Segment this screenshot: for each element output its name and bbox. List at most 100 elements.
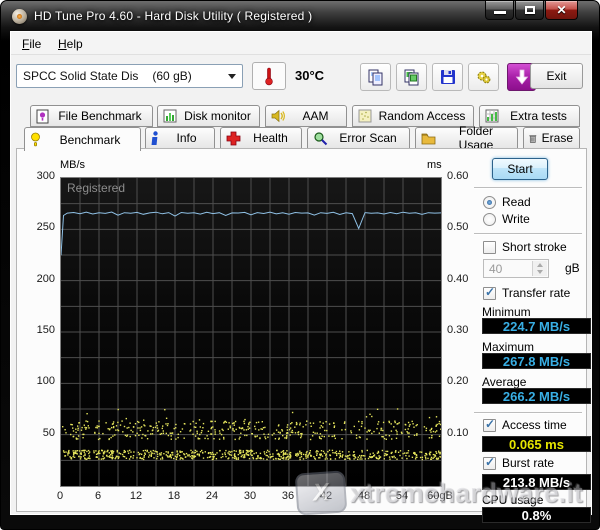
menu-file[interactable]: File [18,36,45,52]
tab-file-benchmark[interactable]: File Benchmark [30,105,153,127]
maximize-button[interactable] [515,1,544,20]
capacity-spinner[interactable]: 40 [483,259,549,278]
read-radio[interactable] [483,195,496,209]
axis-tick-label: 250 [36,221,55,234]
start-button[interactable]: Start [492,158,548,180]
thermometer-icon [265,67,273,86]
title-bar[interactable]: HD Tune Pro 4.60 - Hard Disk Utility ( R… [1,1,599,31]
app-window: HD Tune Pro 4.60 - Hard Disk Utility ( R… [0,0,600,530]
axis-tick-label: 18 [167,490,181,502]
close-button[interactable]: ✕ [545,1,578,20]
drive-select[interactable]: SPCC Solid State Dis (60 gB) [16,64,243,88]
burst-rate-value: 213.8 MB/s [482,474,591,490]
toolbar: SPCC Solid State Dis (60 gB) 30°C Exit [11,56,591,104]
capacity-unit: gB [565,261,580,275]
tab-disk-monitor[interactable]: Disk monitor [157,105,260,127]
exit-button[interactable]: Exit [530,63,583,89]
menu-bar: File Help [11,32,591,55]
tab-erase[interactable]: Erase [523,127,580,149]
window-title: HD Tune Pro 4.60 - Hard Disk Utility ( R… [34,9,313,23]
access-time-checkbox[interactable] [483,417,496,432]
minimize-icon [494,11,506,14]
axis-tick-label: 0.20 [447,375,469,388]
cpu-usage-value: 0.8% [482,507,591,523]
axis-tick-label: 0.50 [447,221,469,234]
minimum-value: 224.7 MB/s [482,318,591,334]
axis-tick-label: 0.10 [447,426,469,439]
write-radio[interactable] [483,212,496,226]
axis-tick-label: 6 [94,490,102,502]
tab-folder-usage[interactable]: Folder Usage [415,124,518,152]
burst-rate-row[interactable]: Burst rate [483,455,554,470]
chart-canvas [61,178,441,486]
maximize-icon [525,6,535,14]
axis-tick-label: 36 [281,490,295,502]
maximum-value: 267.8 MB/s [482,353,591,369]
close-icon: ✕ [556,3,567,17]
transfer-rate-checkbox[interactable] [483,285,496,300]
cpu-usage-label: CPU usage [482,493,544,507]
options-icon [477,71,490,84]
axis-tick-label: 0.60 [447,170,469,182]
temperature-button[interactable] [252,62,286,90]
folder-icon [421,133,436,144]
axis-tick-label: 54 [395,490,409,502]
temperature-value: 30°C [295,68,325,83]
minimum-label: Minimum [482,305,531,319]
menu-help[interactable]: Help [54,36,87,52]
transfer-rate-row[interactable]: Transfer rate [483,285,570,300]
random-access-icon [358,109,372,123]
burst-rate-checkbox[interactable] [483,455,496,470]
tab-health[interactable]: Health [220,127,302,149]
axis-tick-label: 48 [357,490,371,502]
access-time-row[interactable]: Access time [483,417,567,432]
save-button[interactable] [432,63,463,91]
average-value: 266.2 MB/s [482,388,591,404]
tab-benchmark[interactable]: Benchmark [24,127,141,151]
tab-info[interactable]: Info [145,127,215,149]
maximum-label: Maximum [482,340,535,354]
axis-tick-label: 24 [205,490,219,502]
average-label: Average [482,375,527,389]
left-axis-unit: MB/s [60,159,86,171]
axis-tick-label: 12 [129,490,143,502]
extra-tests-icon [485,109,499,123]
drive-name: SPCC Solid State Dis [23,69,139,83]
capture-icon [515,69,528,85]
read-radio-row[interactable]: Read [483,195,531,209]
options-button[interactable] [468,63,499,91]
spinner-arrows-icon[interactable] [532,261,547,276]
axis-tick-label: 150 [36,323,55,336]
benchmark-page: MB/s ms Registered 300 250 200 150 100 50 0.60… [16,148,591,523]
axis-tick-label: 200 [36,272,55,285]
access-time-value: 0.065 ms [482,436,591,452]
tab-error-scan[interactable]: Error Scan [307,127,410,149]
write-radio-row[interactable]: Write [483,212,530,226]
axis-tick-label: 60gB [427,490,453,502]
right-axis-unit: ms [427,159,442,171]
minimize-button[interactable] [485,1,514,20]
axis-tick-label: 50 [42,426,55,439]
short-stroke-row[interactable]: Short stroke [483,240,567,254]
axis-tick-label: 100 [36,375,55,388]
copy-image-icon [404,69,418,86]
axis-tick-label: 0.40 [447,272,469,285]
client-area: File Help SPCC Solid State Dis (60 gB) 3… [10,31,592,523]
axis-tick-label: 30 [243,490,257,502]
magnifier-icon [314,131,328,145]
copy-text-button[interactable] [360,63,391,91]
health-cross-icon [226,131,241,145]
tab-aam[interactable]: AAM [265,105,347,127]
drive-capacity: (60 gB) [152,69,192,83]
app-logo-icon [12,9,27,24]
lightbulb-icon [31,132,40,146]
registered-watermark: Registered [67,181,126,195]
speaker-icon [271,109,285,123]
copy-image-button[interactable] [396,63,427,91]
axis-tick-label: 42 [319,490,333,502]
trash-icon [529,134,537,143]
disk-monitor-icon [163,109,177,123]
short-stroke-checkbox[interactable] [483,240,496,254]
axis-tick-label: 0.30 [447,323,469,336]
info-icon [151,130,158,145]
